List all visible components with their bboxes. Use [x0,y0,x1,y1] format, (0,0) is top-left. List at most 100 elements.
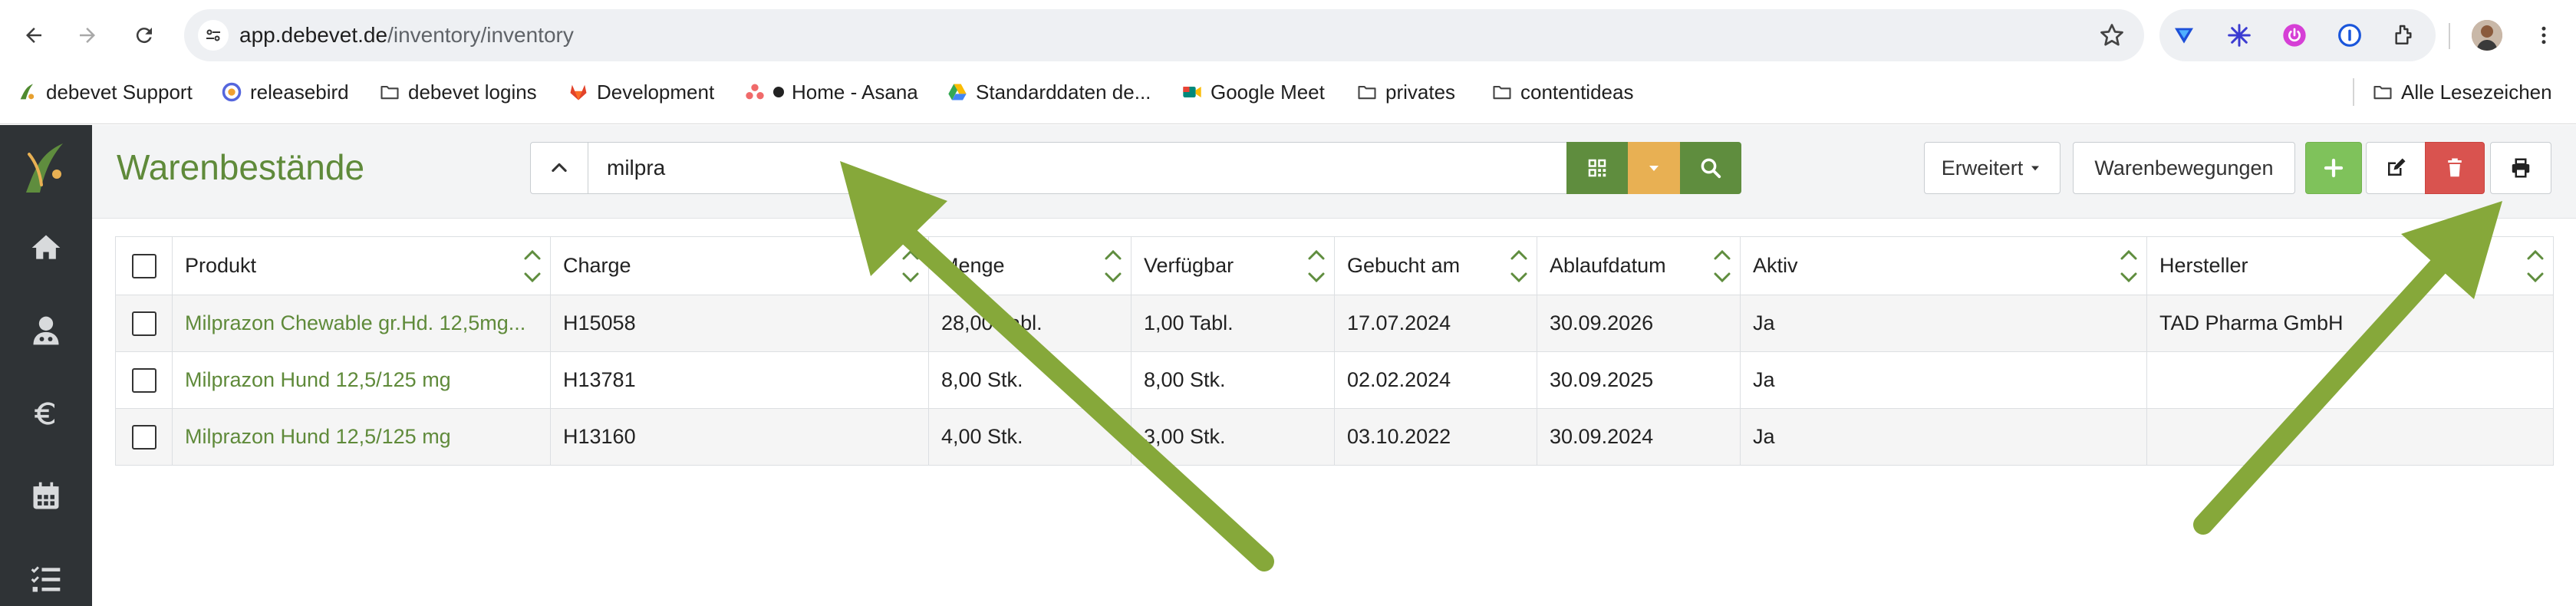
bookmark-debevet-logins[interactable]: debevet logins [379,78,537,106]
erweitert-dropdown[interactable]: Erweitert [1924,142,2060,194]
browser-menu-button[interactable] [2528,20,2559,51]
cell-produkt[interactable]: Milprazon Hund 12,5/125 mg [172,351,551,409]
row-checkbox[interactable] [131,311,156,336]
asana-icon [746,84,764,100]
sort-icon[interactable] [1103,243,1123,289]
sort-icon[interactable] [1712,243,1732,289]
search-options-dropdown[interactable] [1628,142,1680,194]
column-header-menge[interactable]: Menge [928,236,1132,295]
cell-menge: 8,00 Stk. [928,351,1132,409]
column-label: Charge [563,254,631,277]
bookmark-label: Standarddaten de... [976,80,1151,104]
forward-button[interactable] [69,17,106,54]
search-group [530,142,1741,194]
row-checkbox[interactable] [131,367,156,393]
bookmark-contentideas[interactable]: contentideas [1491,78,1633,106]
column-header-charge[interactable]: Charge [550,236,929,295]
row-checkbox[interactable] [131,424,156,450]
bookmark-star-icon[interactable] [2098,21,2126,49]
inventory-table-container: Produkt Charge Menge Verfügbar Gebucht a… [115,236,2554,466]
bookmark-releasebird[interactable]: releasebird [221,78,349,106]
cell-produkt[interactable]: Milprazon Chewable gr.Hd. 12,5mg... [172,295,551,352]
column-header-produkt[interactable]: Produkt [172,236,551,295]
url-path: /inventory/inventory [387,23,574,47]
sort-icon[interactable] [2119,243,2139,289]
cell-produkt[interactable]: Milprazon Hund 12,5/125 mg [172,408,551,466]
bookmark-development[interactable]: Development [568,78,714,106]
add-button[interactable] [2305,142,2362,194]
cell-hersteller [2146,351,2554,409]
site-settings-icon[interactable] [198,20,229,51]
sort-icon[interactable] [1509,243,1529,289]
search-button[interactable] [1680,142,1741,194]
calendar-icon[interactable] [28,478,64,515]
page-header: Warenbestände Erweitert Warenbewegungen [92,125,2576,219]
task-list-icon[interactable] [28,561,64,598]
bookmark-label: Google Meet [1211,80,1325,104]
search-input[interactable] [588,142,1567,194]
bookmark-label: debevet logins [408,80,537,104]
bookmark-label: releasebird [250,80,349,104]
inventory-table: Produkt Charge Menge Verfügbar Gebucht a… [115,236,2554,466]
column-label: Gebucht am [1347,254,1461,277]
all-bookmarks-button[interactable]: Alle Lesezeichen [2372,78,2552,106]
bookmark-privates[interactable]: privates [1356,78,1455,106]
extensions-puzzle-icon[interactable] [2390,21,2417,49]
caret-down-icon [1649,166,1659,171]
cell-gebucht-am: 17.07.2024 [1334,295,1537,352]
select-all-checkbox[interactable] [131,253,156,278]
cell-aktiv: Ja [1740,295,2147,352]
select-all-cell [115,236,173,295]
cell-verfuegbar: 8,00 Stk. [1131,351,1335,409]
table-row[interactable]: Milprazon Hund 12,5/125 mg H13160 4,00 S… [115,408,2554,466]
cell-ablaufdatum: 30.09.2025 [1537,351,1741,409]
table-row[interactable]: Milprazon Hund 12,5/125 mg H13781 8,00 S… [115,351,2554,409]
column-header-aktiv[interactable]: Aktiv [1740,236,2147,295]
cell-charge: H15058 [550,295,929,352]
table-row[interactable]: Milprazon Chewable gr.Hd. 12,5mg... H150… [115,295,2554,352]
bookmark-debevet-support[interactable]: debevet Support [17,78,193,106]
profile-avatar[interactable] [2472,20,2502,51]
url-host: app.debevet.de [239,23,388,47]
bookmark-label: privates [1385,80,1456,104]
address-bar[interactable]: app.debevet.de/inventory/inventory [184,9,2144,61]
reload-icon [136,28,152,44]
cell-charge: H13781 [550,351,929,409]
euro-icon[interactable] [28,395,64,432]
collapse-filter-button[interactable] [530,142,588,194]
sort-icon[interactable] [901,243,921,289]
warenbewegungen-button[interactable]: Warenbewegungen [2073,142,2295,194]
sort-icon[interactable] [522,243,542,289]
qr-scan-button[interactable] [1566,142,1628,194]
extension-1password-icon[interactable] [2336,21,2364,49]
column-header-gebucht-am[interactable]: Gebucht am [1334,236,1537,295]
bookmark-google-meet[interactable]: Google Meet [1181,78,1325,106]
bookmark-label: Home - Asana [792,80,918,104]
print-button[interactable] [2490,142,2551,194]
folder-icon [1493,85,1511,100]
sort-icon[interactable] [1306,243,1326,289]
edit-button[interactable] [2366,142,2426,194]
extension-power-icon[interactable] [2281,21,2308,49]
column-header-hersteller[interactable]: Hersteller [2146,236,2554,295]
column-label: Verfügbar [1144,254,1234,277]
column-header-verfuegbar[interactable]: Verfügbar [1131,236,1335,295]
bookmark-label: Alle Lesezeichen [2401,80,2552,104]
extension-vimeo-icon[interactable] [2170,21,2198,49]
delete-button[interactable] [2425,142,2485,194]
url-text[interactable]: app.debevet.de/inventory/inventory [239,23,574,48]
cell-aktiv: Ja [1740,351,2147,409]
user-doctor-icon[interactable] [28,312,64,349]
column-label: Produkt [185,254,257,277]
back-button[interactable] [15,17,52,54]
bookmark-asana[interactable]: Home - Asana [744,78,918,106]
home-icon[interactable] [28,229,64,266]
folder-icon [1358,85,1376,100]
extension-spark-icon[interactable] [2225,21,2253,49]
debevet-logo[interactable] [18,139,74,196]
sort-icon[interactable] [2525,243,2545,289]
column-header-ablaufdatum[interactable]: Ablaufdatum [1537,236,1741,295]
reload-button[interactable] [126,17,163,54]
bookmarks-divider [2353,78,2354,106]
bookmark-standarddaten[interactable]: Standarddaten de... [947,78,1151,106]
